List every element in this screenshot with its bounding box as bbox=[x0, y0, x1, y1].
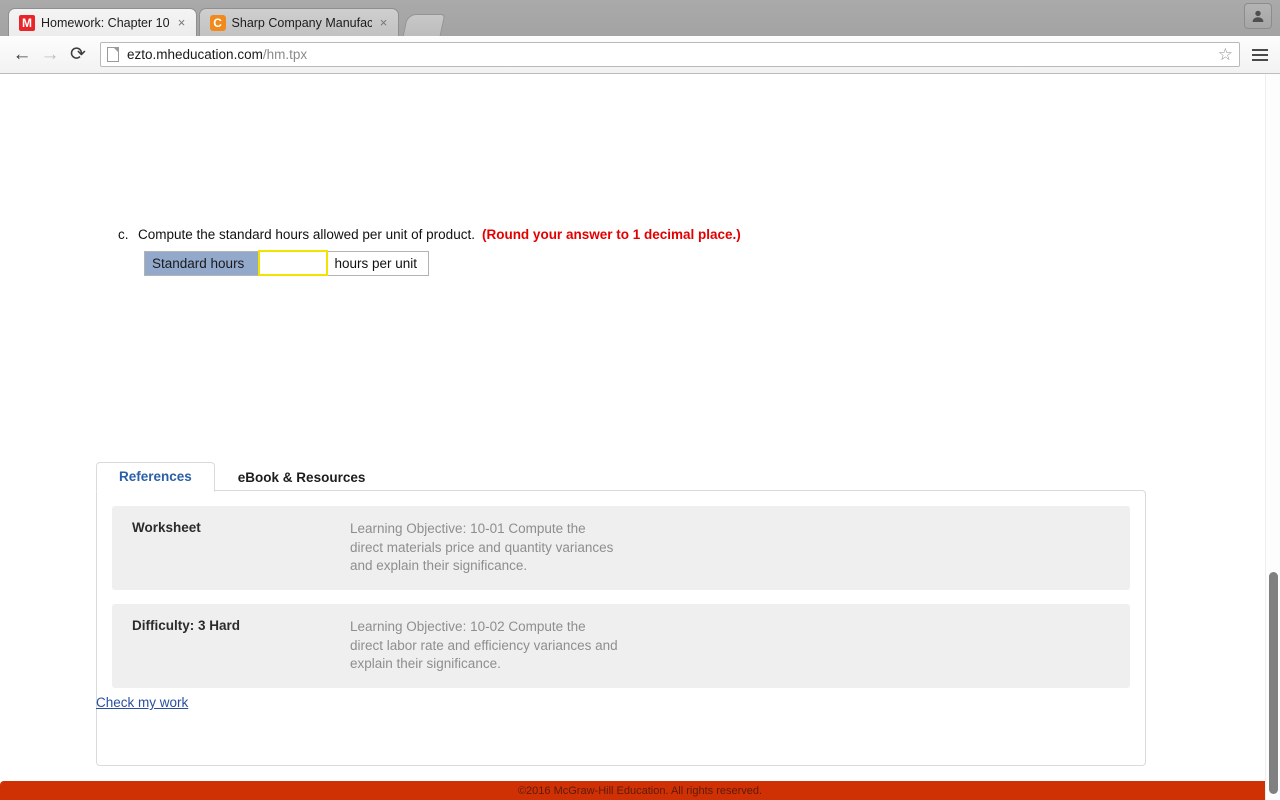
close-icon[interactable]: × bbox=[176, 16, 188, 29]
page-footer: ©2016 McGraw-Hill Education. All rights … bbox=[0, 781, 1280, 800]
browser-tab-title: Homework: Chapter 10 bbox=[41, 15, 170, 30]
question-text: Compute the standard hours allowed per u… bbox=[138, 227, 475, 242]
answer-table: Standard hours hours per unit bbox=[144, 250, 429, 276]
page-scrollbar[interactable] bbox=[1265, 74, 1280, 800]
url-text: ezto.mheducation.com/hm.tpx bbox=[127, 47, 307, 62]
close-icon[interactable]: × bbox=[378, 16, 390, 29]
reference-row-difficulty: Difficulty: 3 Hard Learning Objective: 1… bbox=[112, 603, 1130, 688]
question-rounding-hint: (Round your answer to 1 decimal place.) bbox=[481, 227, 741, 242]
tab-ebook-resources[interactable]: eBook & Resources bbox=[215, 463, 389, 493]
page-info-icon bbox=[107, 47, 119, 62]
standard-hours-input-cell[interactable] bbox=[257, 250, 328, 276]
copyright-text: ©2016 McGraw-Hill Education. All rights … bbox=[517, 784, 763, 797]
reference-value: Learning Objective: 10-02 Compute the di… bbox=[350, 618, 618, 672]
standard-hours-unit: hours per unit bbox=[326, 250, 429, 276]
standard-hours-label: Standard hours bbox=[144, 250, 259, 276]
reference-tablist: References eBook & Resources bbox=[96, 459, 1146, 493]
question-c: c. Compute the standard hours allowed pe… bbox=[118, 227, 741, 242]
browser-tab-sharp-company[interactable]: C Sharp Company Manufactu × bbox=[198, 8, 399, 36]
reference-row-worksheet: Worksheet Learning Objective: 10-01 Comp… bbox=[112, 506, 1130, 590]
url-path: /hm.tpx bbox=[262, 47, 308, 62]
back-button[interactable]: ← bbox=[8, 41, 36, 69]
mcgraw-hill-favicon: M bbox=[19, 14, 35, 31]
hamburger-menu-icon[interactable] bbox=[1248, 41, 1272, 69]
scrollbar-thumb[interactable] bbox=[1269, 572, 1278, 794]
reference-key: Worksheet bbox=[132, 520, 201, 535]
browser-tabstrip: M Homework: Chapter 10 × C Sharp Company… bbox=[0, 0, 1280, 36]
homework-page: c. Compute the standard hours allowed pe… bbox=[0, 74, 1280, 800]
question-letter: c. bbox=[118, 227, 129, 242]
reference-panel: Worksheet Learning Objective: 10-01 Comp… bbox=[96, 490, 1146, 766]
forward-button[interactable]: → bbox=[36, 41, 64, 69]
tab-references[interactable]: References bbox=[96, 461, 215, 492]
profile-button[interactable] bbox=[1244, 3, 1272, 29]
reference-key: Difficulty: 3 Hard bbox=[132, 617, 241, 633]
reload-button[interactable]: ⟳ bbox=[64, 41, 92, 69]
browser-tab-title: Sharp Company Manufactu bbox=[231, 15, 372, 30]
address-bar[interactable]: ezto.mheducation.com/hm.tpx ☆ bbox=[100, 42, 1240, 67]
browser-tab-homework[interactable]: M Homework: Chapter 10 × bbox=[8, 8, 197, 36]
url-domain: ezto.mheducation.com bbox=[127, 47, 263, 62]
table-row: Standard hours hours per unit bbox=[144, 250, 429, 276]
new-tab-button[interactable] bbox=[402, 14, 445, 36]
page-viewport: c. Compute the standard hours allowed pe… bbox=[0, 74, 1280, 800]
person-icon bbox=[1252, 10, 1264, 22]
browser-window: M Homework: Chapter 10 × C Sharp Company… bbox=[0, 0, 1280, 800]
connect-favicon: C bbox=[209, 14, 226, 31]
standard-hours-input[interactable] bbox=[259, 253, 326, 273]
reference-value: Learning Objective: 10-01 Compute the di… bbox=[350, 521, 614, 574]
check-my-work-link[interactable]: Check my work bbox=[96, 695, 188, 710]
browser-toolbar: ← → ⟳ ezto.mheducation.com/hm.tpx ☆ bbox=[0, 36, 1280, 74]
bookmark-star-icon[interactable]: ☆ bbox=[1218, 46, 1233, 63]
